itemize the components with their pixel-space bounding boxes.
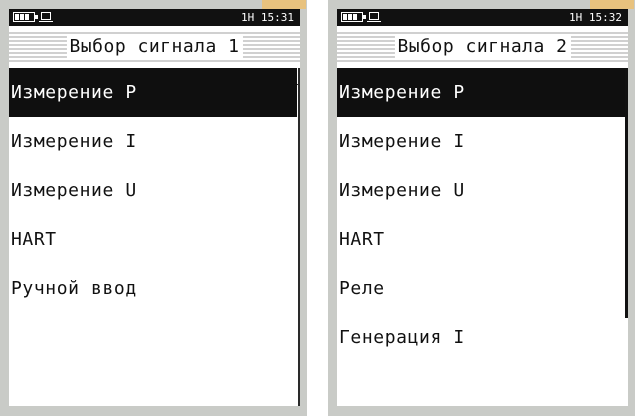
battery-icon: [13, 12, 35, 22]
connection-icon: [39, 12, 53, 22]
menu-item-generation-i[interactable]: Генерация I: [337, 313, 625, 362]
scrollbar-thumb[interactable]: [625, 68, 628, 318]
menu-item-measure-i[interactable]: Измерение I: [9, 117, 297, 166]
device-panel-2: 1H 15:32 Выбор сигнала 2 Измерение P Изм…: [328, 0, 635, 416]
scrollbar[interactable]: [298, 68, 300, 406]
menu-item-measure-p[interactable]: Измерение P: [9, 68, 297, 117]
device-screen-2: 1H 15:32 Выбор сигнала 2 Измерение P Изм…: [337, 9, 628, 406]
screen-title: Выбор сигнала 1: [66, 34, 243, 60]
menu-item-relay[interactable]: Реле: [337, 264, 625, 313]
menu-item-measure-u[interactable]: Измерение U: [9, 166, 297, 215]
battery-tip: [363, 15, 366, 19]
screen-title: Выбор сигнала 2: [394, 34, 571, 60]
status-time: 1H 15:31: [241, 11, 294, 24]
title-bar: Выбор сигнала 2: [337, 26, 628, 85]
status-time: 1H 15:32: [569, 11, 622, 24]
accent-tab: [262, 0, 306, 9]
status-bar: 1H 15:32: [337, 9, 628, 26]
menu-item-measure-i[interactable]: Измерение I: [337, 117, 625, 166]
accent-tab: [590, 0, 634, 9]
menu-item-manual-input[interactable]: Ручной ввод: [9, 264, 297, 313]
signal-menu: Измерение P Измерение I Измерение U HART…: [9, 68, 297, 313]
connection-icon: [367, 12, 381, 22]
battery-icon: [341, 12, 363, 22]
status-bar: 1H 15:31: [9, 9, 300, 26]
signal-menu: Измерение P Измерение I Измерение U HART…: [337, 68, 625, 362]
device-screen-1: 1H 15:31 Выбор сигнала 1 Измерение P Изм…: [9, 9, 300, 406]
menu-item-measure-p[interactable]: Измерение P: [337, 68, 625, 117]
title-bar: Выбор сигнала 1: [9, 26, 300, 85]
menu-item-measure-u[interactable]: Измерение U: [337, 166, 625, 215]
battery-tip: [35, 15, 38, 19]
device-panel-1: 1H 15:31 Выбор сигнала 1 Измерение P Изм…: [0, 0, 307, 416]
menu-item-hart[interactable]: HART: [337, 215, 625, 264]
menu-item-hart[interactable]: HART: [9, 215, 297, 264]
